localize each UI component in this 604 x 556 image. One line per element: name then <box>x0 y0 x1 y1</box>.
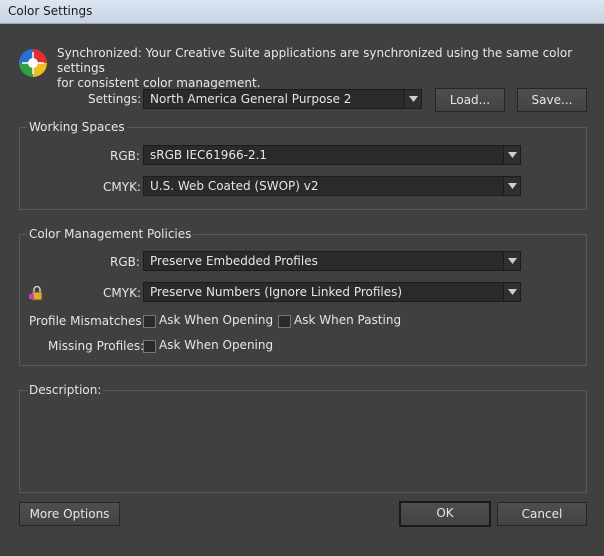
policy-rgb-dropdown[interactable]: Preserve Embedded Profiles <box>143 251 521 271</box>
working-rgb-value: sRGB IEC61966-2.1 <box>150 148 268 162</box>
chevron-down-icon[interactable] <box>503 146 520 164</box>
cancel-button[interactable]: Cancel <box>497 502 587 526</box>
settings-dropdown[interactable]: North America General Purpose 2 <box>143 89 422 109</box>
save-button[interactable]: Save... <box>517 88 587 112</box>
policy-rgb-label: RGB: <box>110 255 140 269</box>
color-management-policies-title: Color Management Policies <box>27 227 194 241</box>
sync-message: Synchronized: Your Creative Suite applic… <box>57 46 587 91</box>
settings-label: Settings: <box>88 92 142 106</box>
mismatch-ask-opening-checkbox[interactable] <box>143 315 156 328</box>
mismatch-ask-pasting-label[interactable]: Ask When Pasting <box>294 313 401 327</box>
title-bar[interactable]: Color Settings <box>0 0 604 24</box>
chevron-down-icon[interactable] <box>503 283 520 301</box>
working-cmyk-value: U.S. Web Coated (SWOP) v2 <box>150 179 319 193</box>
working-spaces-group <box>19 127 587 210</box>
policy-cmyk-dropdown[interactable]: Preserve Numbers (Ignore Linked Profiles… <box>143 282 521 302</box>
working-rgb-label: RGB: <box>110 149 140 163</box>
ok-button[interactable]: OK <box>399 501 491 527</box>
more-options-button[interactable]: More Options <box>19 502 120 526</box>
policy-rgb-value: Preserve Embedded Profiles <box>150 254 318 268</box>
mismatch-ask-opening-label[interactable]: Ask When Opening <box>159 313 273 327</box>
working-rgb-dropdown[interactable]: sRGB IEC61966-2.1 <box>143 145 521 165</box>
profile-mismatches-label: Profile Mismatches: <box>29 314 146 328</box>
settings-dropdown-value: North America General Purpose 2 <box>150 92 352 106</box>
working-cmyk-dropdown[interactable]: U.S. Web Coated (SWOP) v2 <box>143 176 521 196</box>
chevron-down-icon[interactable] <box>503 177 520 195</box>
working-spaces-title: Working Spaces <box>27 120 127 134</box>
policy-cmyk-label: CMYK: <box>103 286 141 300</box>
load-button[interactable]: Load... <box>435 88 505 112</box>
missing-profiles-label: Missing Profiles: <box>48 339 145 353</box>
working-cmyk-label: CMYK: <box>103 180 141 194</box>
color-wheel-icon <box>18 48 48 78</box>
window-title: Color Settings <box>8 4 93 18</box>
mismatch-ask-pasting-checkbox[interactable] <box>278 315 291 328</box>
warning-lock-icon <box>29 285 45 301</box>
description-title: Description: <box>27 383 104 397</box>
missing-ask-opening-label[interactable]: Ask When Opening <box>159 338 273 352</box>
chevron-down-icon[interactable] <box>404 90 421 108</box>
chevron-down-icon[interactable] <box>503 252 520 270</box>
policy-cmyk-value: Preserve Numbers (Ignore Linked Profiles… <box>150 285 403 299</box>
missing-ask-opening-checkbox[interactable] <box>143 340 156 353</box>
description-group <box>19 390 587 493</box>
sync-message-line-1: Synchronized: Your Creative Suite applic… <box>57 46 573 75</box>
dialog-body: Synchronized: Your Creative Suite applic… <box>0 24 604 556</box>
